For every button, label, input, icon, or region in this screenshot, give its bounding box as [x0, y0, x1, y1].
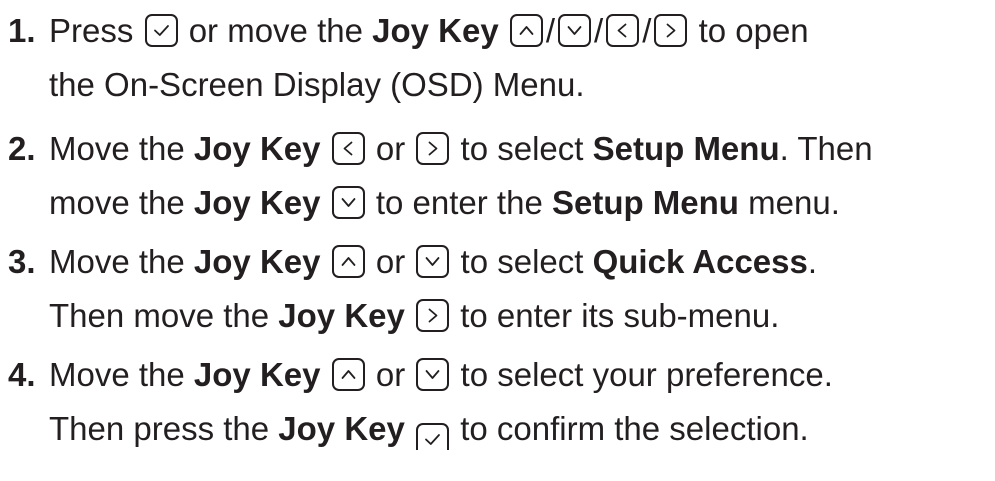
step-1-line-1: 1. Press or move the Joy Key / / / to open	[8, 4, 988, 58]
step-text: the On-Screen Display (OSD) Menu.	[49, 66, 585, 103]
step-text: move the	[49, 184, 185, 221]
joy-key-label: Joy Key	[278, 410, 405, 447]
step-text: to select	[460, 243, 584, 280]
joy-key-label: Joy Key	[193, 356, 321, 393]
joy-key-label: Joy Key	[193, 184, 321, 221]
chevron-up-key-icon	[331, 244, 365, 278]
chevron-up-key-icon	[331, 357, 365, 391]
joy-key-label: Joy Key	[372, 12, 499, 49]
slash-separator: /	[594, 12, 604, 49]
joy-key-label: Joy Key	[193, 130, 321, 167]
step-number: 2.	[8, 130, 36, 167]
chevron-right-key-icon	[416, 298, 450, 332]
step-text: menu.	[748, 184, 840, 221]
step-text: to confirm the selection.	[460, 410, 809, 447]
step-text: or	[375, 130, 406, 167]
check-key-icon	[144, 13, 178, 47]
slash-separator: /	[642, 12, 652, 49]
step-number: 3.	[8, 243, 36, 280]
chevron-down-key-icon	[558, 13, 592, 47]
step-text: Press	[49, 12, 134, 49]
step-text: or move the	[188, 12, 363, 49]
step-4-line-2: Then press the Joy Key to confirm the se…	[8, 402, 988, 456]
step-4: 4. Move the Joy Key or to select your pre…	[8, 348, 988, 456]
step-text: Then press the	[49, 410, 270, 447]
joy-key-label: Joy Key	[193, 243, 321, 280]
step-number: 4.	[8, 356, 36, 393]
step-text: to open	[698, 12, 809, 49]
step-1: 1. Press or move the Joy Key / / / to open …	[8, 4, 988, 112]
check-key-icon	[416, 423, 450, 450]
quick-access-label: Quick Access	[592, 243, 808, 280]
instruction-page: 1. Press or move the Joy Key / / / to open …	[0, 0, 995, 481]
chevron-right-key-icon	[654, 13, 688, 47]
chevron-right-key-icon	[416, 131, 450, 165]
chevron-left-key-icon	[331, 131, 365, 165]
step-3-line-2: Then move the Joy Key to enter its sub-m…	[8, 289, 988, 343]
step-number: 1.	[8, 12, 36, 49]
step-text: or	[375, 243, 406, 280]
step-text: to enter the	[375, 184, 543, 221]
step-2-line-1: 2. Move the Joy Key or to select Setup Me…	[8, 122, 988, 176]
step-4-line-1: 4. Move the Joy Key or to select your pre…	[8, 348, 988, 402]
step-text: to enter its sub-menu.	[460, 297, 780, 334]
step-2-line-2: move the Joy Key to enter the Setup Menu…	[8, 176, 988, 230]
step-1-line-2: the On-Screen Display (OSD) Menu.	[8, 58, 988, 112]
step-3-line-1: 3. Move the Joy Key or to select Quick Ac…	[8, 235, 988, 289]
step-3: 3. Move the Joy Key or to select Quick Ac…	[8, 235, 988, 343]
joy-key-label: Joy Key	[278, 297, 405, 334]
slash-separator: /	[545, 12, 556, 49]
step-text: .	[807, 243, 818, 280]
step-text: Move the	[49, 130, 185, 167]
step-text: Move the	[49, 243, 185, 280]
step-text: to select your preference.	[460, 356, 833, 393]
chevron-down-key-icon	[331, 185, 365, 219]
step-text: Move the	[49, 356, 185, 393]
setup-menu-label: Setup Menu	[592, 130, 780, 167]
step-text: . Then	[779, 130, 873, 167]
step-text: or	[375, 356, 406, 393]
step-text: to select	[460, 130, 584, 167]
chevron-up-key-icon	[509, 13, 543, 47]
chevron-left-key-icon	[606, 13, 640, 47]
step-2: 2. Move the Joy Key or to select Setup Me…	[8, 122, 988, 230]
chevron-down-key-icon	[416, 357, 450, 391]
step-text: Then move the	[49, 297, 270, 334]
chevron-down-key-icon	[416, 244, 450, 278]
setup-menu-label: Setup Menu	[551, 184, 739, 221]
